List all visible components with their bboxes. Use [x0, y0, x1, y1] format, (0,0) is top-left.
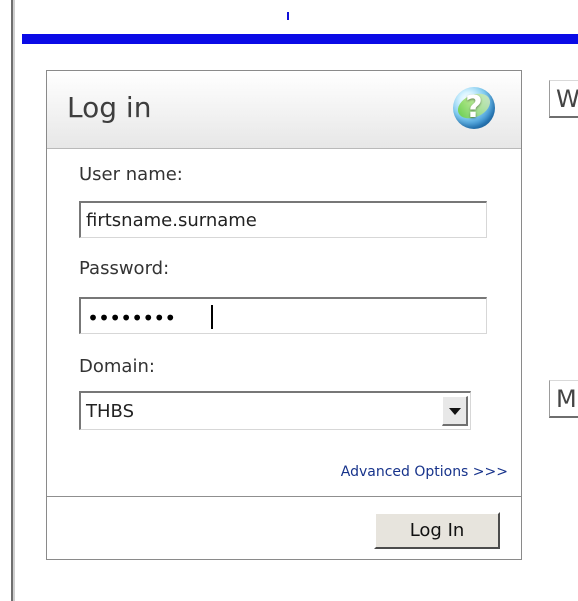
- domain-label: Domain:: [79, 356, 155, 377]
- username-label: User name:: [79, 164, 183, 185]
- help-icon-question-mark: ?: [465, 90, 483, 125]
- text-caret: [211, 305, 213, 329]
- username-input[interactable]: firtsname.surname: [79, 201, 487, 238]
- help-icon[interactable]: ?: [453, 87, 495, 129]
- password-input[interactable]: ••••••••: [79, 297, 487, 334]
- advanced-options-link[interactable]: Advanced Options >>>: [341, 464, 508, 480]
- left-border-highlight: [13, 0, 15, 601]
- domain-select[interactable]: THBS: [79, 391, 471, 430]
- top-marker: [287, 12, 289, 20]
- password-mask: ••••••••: [87, 306, 176, 330]
- password-label: Password:: [79, 258, 170, 279]
- login-title: Log in: [67, 91, 152, 124]
- username-value: firtsname.surname: [86, 210, 257, 231]
- login-panel: Log in ? User name: firtsname.surname Pa…: [46, 70, 522, 560]
- side-tab-bottom[interactable]: M: [549, 380, 578, 418]
- blue-header-bar: [22, 34, 578, 44]
- panel-footer-divider: [47, 496, 521, 497]
- login-panel-header: Log in ?: [47, 71, 521, 149]
- dropdown-arrow-icon: [449, 408, 461, 415]
- side-tab-top-label: W: [556, 85, 578, 113]
- side-tab-top[interactable]: W: [549, 80, 578, 118]
- domain-dropdown-button[interactable]: [442, 396, 468, 426]
- login-button[interactable]: Log In: [374, 512, 500, 549]
- page: Log in ? User name: firtsname.surname Pa…: [0, 0, 578, 601]
- side-tab-bottom-label: M: [556, 385, 577, 413]
- domain-selected-value: THBS: [86, 401, 134, 422]
